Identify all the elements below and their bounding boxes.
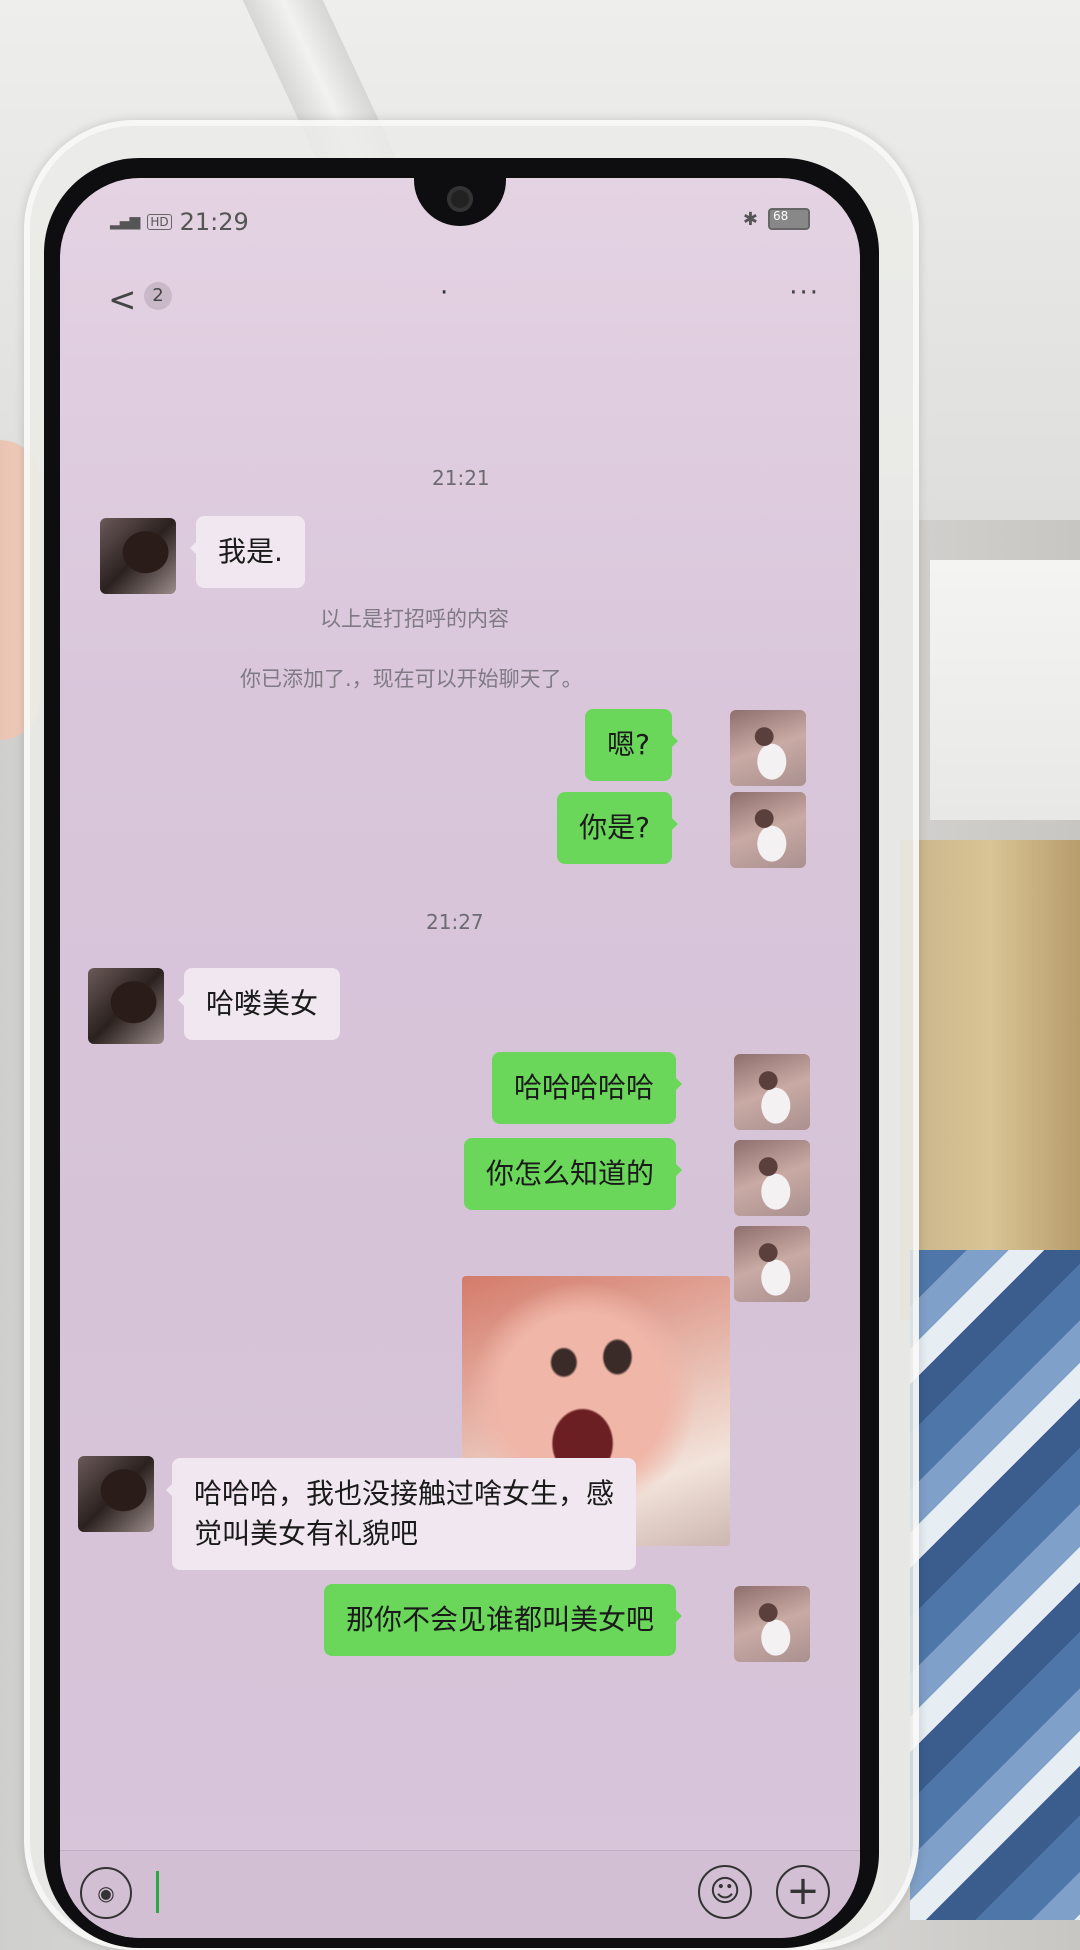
timestamp: 21:27 [426,910,484,934]
system-message: 你已添加了.，现在可以开始聊天了。 [240,667,583,691]
my-avatar[interactable] [730,710,806,786]
phone-screen: ▂▄▆ HD 21:29 ✱ 68 < 2 · ··· 21:21 我是. 以上… [60,178,860,1938]
my-avatar[interactable] [734,1054,810,1130]
timestamp: 21:21 [432,466,490,490]
sent-message[interactable]: 你是? [557,792,678,864]
chat-title: · [440,278,449,308]
my-avatar[interactable] [734,1140,810,1216]
battery-icon: 68 [768,208,810,230]
voice-icon[interactable]: ◉ [80,1867,132,1919]
bluetooth-icon: ✱ [742,208,758,230]
background-window [930,560,1080,820]
contact-avatar[interactable] [88,968,164,1044]
status-time: 21:29 [179,208,249,236]
sent-message[interactable]: 哈哈哈哈哈 [491,1052,683,1124]
my-avatar[interactable] [734,1226,810,1302]
received-message[interactable]: 哈哈哈，我也没接触过啥女生，感觉叫美女有礼貌吧 [166,1458,636,1570]
sent-message[interactable]: 你怎么知道的 [463,1138,683,1210]
contact-avatar[interactable] [100,518,176,594]
contact-avatar[interactable] [78,1456,154,1532]
input-bar: ◉ ☺ + [60,1850,860,1938]
chat-header: < 2 · ··· [60,268,860,328]
battery-level: 68 [773,209,789,223]
sent-message[interactable]: 那你不会见谁都叫美女吧 [323,1584,683,1656]
system-message: 以上是打招呼的内容 [320,607,509,631]
received-message[interactable]: 哈喽美女 [177,968,341,1040]
status-bar: ▂▄▆ HD 21:29 ✱ 68 [110,208,810,238]
background-curtain [900,840,1080,1320]
my-avatar[interactable] [730,792,806,868]
my-avatar[interactable] [734,1586,810,1662]
more-options-button[interactable]: ··· [789,278,820,308]
signal-icon: ▂▄▆ [110,214,140,230]
received-message[interactable]: 我是. [190,516,305,588]
network-badge: HD [147,214,172,230]
message-input[interactable] [146,1861,600,1923]
emoji-icon[interactable]: ☺ [698,1865,752,1919]
text-cursor [156,1871,159,1913]
unread-count-badge: 2 [144,282,172,310]
plus-icon[interactable]: + [776,1865,830,1919]
back-button[interactable]: < [108,280,137,320]
background-blanket [910,1250,1080,1920]
sent-message[interactable]: 嗯? [585,709,678,781]
